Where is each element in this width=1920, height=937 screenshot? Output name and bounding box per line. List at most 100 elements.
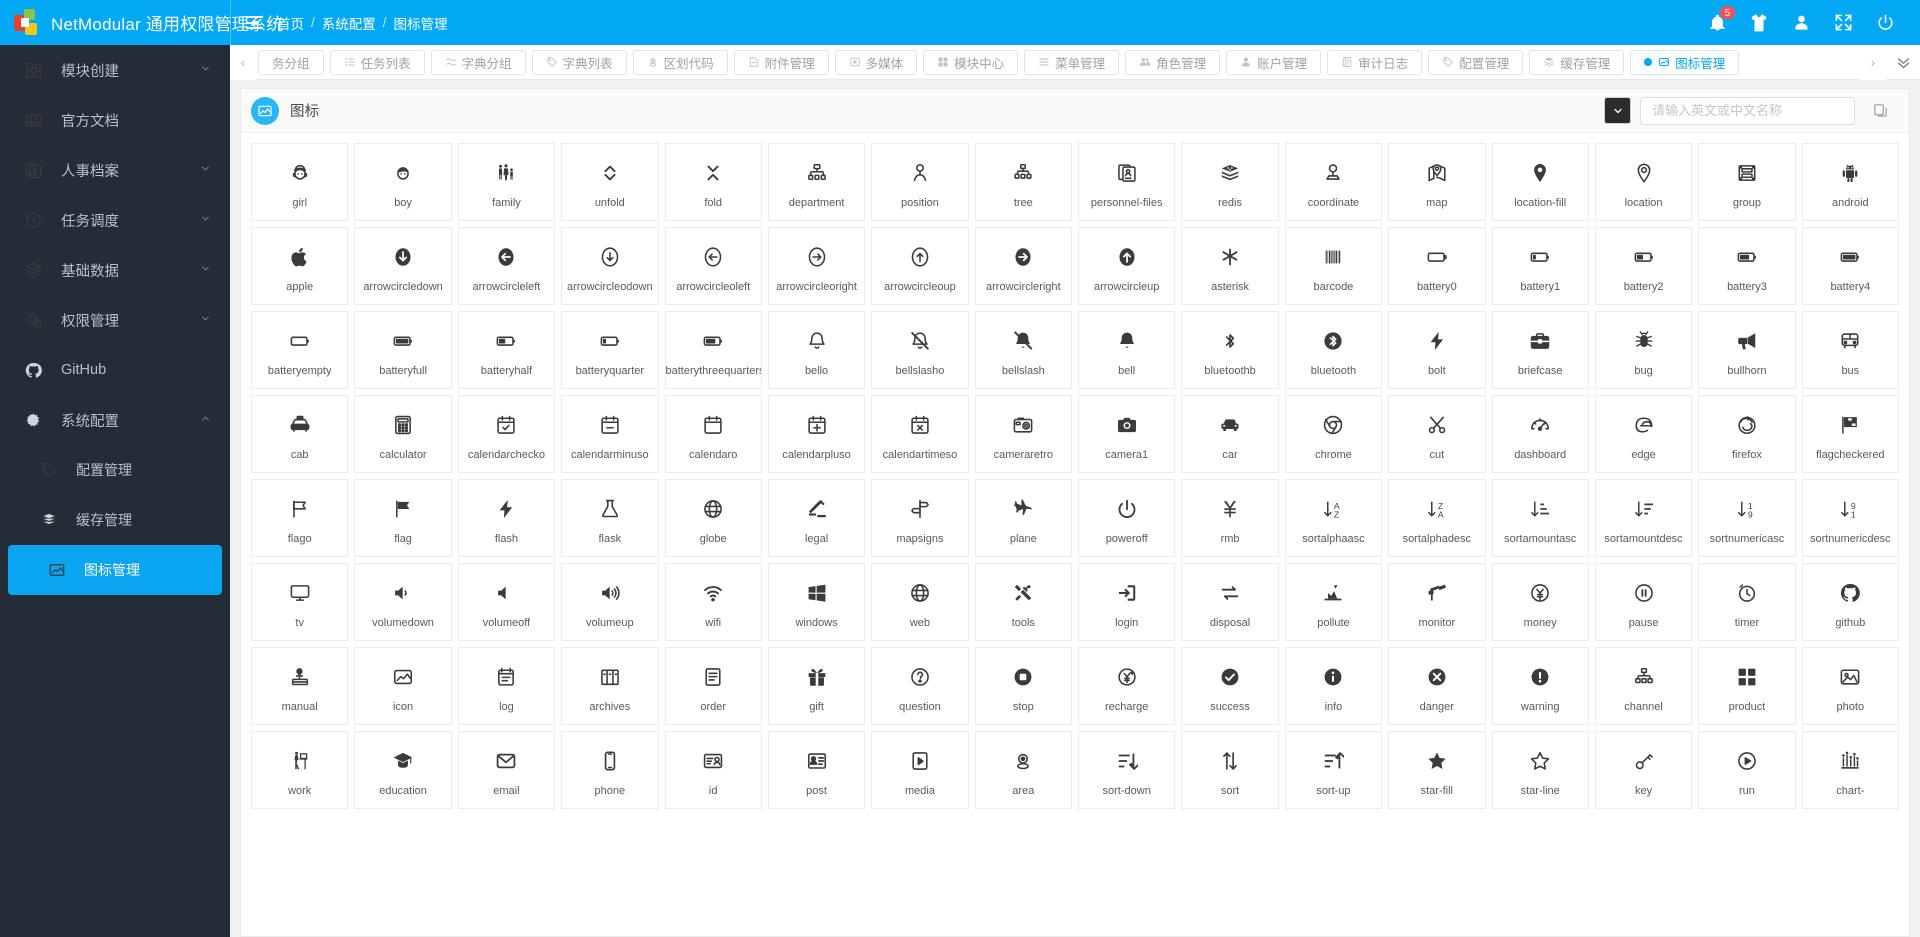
sidebar-item-8[interactable]: 配置管理 bbox=[0, 445, 230, 495]
icon-cell-bluetoothb[interactable]: bluetoothb bbox=[1181, 311, 1279, 389]
icon-cell-volumeoff[interactable]: volumeoff bbox=[457, 563, 556, 641]
icon-cell-batteryquarter[interactable]: batteryquarter bbox=[561, 311, 659, 389]
icon-cell-bellslash[interactable]: bellslash bbox=[974, 311, 1072, 389]
sidebar-item-9[interactable]: 缓存管理 bbox=[0, 495, 230, 545]
icon-cell-wifi[interactable]: wifi bbox=[664, 563, 762, 641]
icon-cell-github[interactable]: github bbox=[1801, 563, 1899, 641]
icon-cell-position[interactable]: position bbox=[871, 143, 969, 221]
notifications-button[interactable]: 5 bbox=[1696, 0, 1738, 45]
icon-cell-arrowcircleup[interactable]: arrowcircleup bbox=[1078, 227, 1176, 305]
icon-cell-key[interactable]: key bbox=[1594, 731, 1693, 809]
icon-cell-unfold[interactable]: unfold bbox=[561, 143, 659, 221]
icon-cell-bolt[interactable]: bolt bbox=[1388, 311, 1486, 389]
icon-cell-run[interactable]: run bbox=[1698, 731, 1796, 809]
icon-cell-calculator[interactable]: calculator bbox=[354, 395, 452, 473]
icon-cell-icon[interactable]: icon bbox=[354, 647, 452, 725]
sidebar-item-5[interactable]: 权限管理 bbox=[0, 295, 230, 345]
icon-cell-sort[interactable]: sort bbox=[1181, 731, 1279, 809]
icon-cell-battery2[interactable]: battery2 bbox=[1594, 227, 1693, 305]
icon-cell-calendarpluso[interactable]: calendarpluso bbox=[767, 395, 866, 473]
icon-cell-dashboard[interactable]: dashboard bbox=[1491, 395, 1589, 473]
icon-cell-android[interactable]: android bbox=[1801, 143, 1899, 221]
theme-button[interactable] bbox=[1738, 0, 1780, 45]
icon-cell-girl[interactable]: girl bbox=[251, 143, 349, 221]
icon-cell-log[interactable]: log bbox=[457, 647, 556, 725]
icon-cell-camera1[interactable]: camera1 bbox=[1078, 395, 1176, 473]
icon-set-select-button[interactable] bbox=[1604, 97, 1631, 124]
icon-cell-chrome[interactable]: chrome bbox=[1284, 395, 1383, 473]
tab-6[interactable]: 多媒体 bbox=[834, 49, 918, 75]
icon-cell-car[interactable]: car bbox=[1181, 395, 1279, 473]
icon-cell-battery3[interactable]: battery3 bbox=[1698, 227, 1796, 305]
tab-7[interactable]: 模块中心 bbox=[923, 49, 1019, 75]
icon-cell-battery1[interactable]: battery1 bbox=[1491, 227, 1589, 305]
icon-cell-sortnumericdesc[interactable]: 9 1 sortnumericdesc bbox=[1801, 479, 1899, 557]
icon-cell-sortalphaasc[interactable]: A Z sortalphaasc bbox=[1284, 479, 1383, 557]
sidebar-item-7[interactable]: 系统配置 bbox=[0, 395, 230, 445]
icon-cell-pause[interactable]: pause bbox=[1594, 563, 1693, 641]
icon-cell-flago[interactable]: flago bbox=[251, 479, 349, 557]
icon-cell-redis[interactable]: redis bbox=[1181, 143, 1279, 221]
icon-cell-battery0[interactable]: battery0 bbox=[1388, 227, 1486, 305]
tab-8[interactable]: 菜单管理 bbox=[1024, 49, 1120, 75]
icon-cell-fold[interactable]: fold bbox=[664, 143, 762, 221]
icon-cell-question[interactable]: question bbox=[871, 647, 969, 725]
icon-cell-phone[interactable]: phone bbox=[561, 731, 659, 809]
icon-cell-area[interactable]: area bbox=[974, 731, 1072, 809]
breadcrumb-item-home[interactable]: 首页 bbox=[277, 13, 304, 33]
sidebar-item-10[interactable]: 图标管理 bbox=[8, 545, 222, 595]
icon-cell-arrowcircleoright[interactable]: arrowcircleoright bbox=[767, 227, 866, 305]
breadcrumb-item-system-config[interactable]: 系统配置 bbox=[322, 13, 376, 33]
icon-cell-volumedown[interactable]: volumedown bbox=[354, 563, 452, 641]
icon-cell-product[interactable]: product bbox=[1698, 647, 1796, 725]
icon-cell-firefox[interactable]: firefox bbox=[1698, 395, 1796, 473]
tab-3[interactable]: 字典列表 bbox=[531, 49, 627, 75]
icon-cell-arrowcircledown[interactable]: arrowcircledown bbox=[354, 227, 452, 305]
icon-cell-stop[interactable]: stop bbox=[974, 647, 1072, 725]
icon-cell-monitor[interactable]: monitor bbox=[1388, 563, 1486, 641]
user-button[interactable] bbox=[1780, 0, 1822, 45]
icon-cell-location-fill[interactable]: location-fill bbox=[1491, 143, 1589, 221]
icon-cell-flash[interactable]: flash bbox=[457, 479, 556, 557]
icon-cell-personnel-files[interactable]: personnel-files bbox=[1078, 143, 1176, 221]
icon-cell-battery4[interactable]: battery4 bbox=[1801, 227, 1899, 305]
icon-cell-briefcase[interactable]: briefcase bbox=[1491, 311, 1589, 389]
icon-cell-arrowcircleoup[interactable]: arrowcircleoup bbox=[871, 227, 969, 305]
icon-cell-photo[interactable]: photo bbox=[1801, 647, 1899, 725]
sidebar-item-3[interactable]: 任务调度 bbox=[0, 195, 230, 245]
tab-12[interactable]: 配置管理 bbox=[1428, 49, 1524, 75]
icon-cell-star-line[interactable]: star-line bbox=[1491, 731, 1589, 809]
icon-cell-family[interactable]: family bbox=[457, 143, 556, 221]
icon-cell-star-fill[interactable]: star-fill bbox=[1388, 731, 1486, 809]
icon-cell-sortnumericasc[interactable]: 1 9 sortnumericasc bbox=[1698, 479, 1796, 557]
tabs-more-button[interactable] bbox=[1886, 45, 1920, 80]
icon-cell-warning[interactable]: warning bbox=[1491, 647, 1589, 725]
icon-cell-post[interactable]: post bbox=[767, 731, 866, 809]
icon-cell-info[interactable]: info bbox=[1284, 647, 1383, 725]
icon-cell-sort-down[interactable]: sort-down bbox=[1078, 731, 1176, 809]
icon-cell-cab[interactable]: cab bbox=[251, 395, 349, 473]
icon-cell-timer[interactable]: timer bbox=[1698, 563, 1796, 641]
icon-cell-tools[interactable]: tools bbox=[974, 563, 1072, 641]
tab-10[interactable]: 账户管理 bbox=[1226, 49, 1322, 75]
icon-cell-windows[interactable]: windows bbox=[767, 563, 866, 641]
icon-cell-barcode[interactable]: barcode bbox=[1284, 227, 1383, 305]
tab-9[interactable]: 角色管理 bbox=[1125, 49, 1221, 75]
icon-cell-group[interactable]: group bbox=[1698, 143, 1796, 221]
icon-cell-tree[interactable]: tree bbox=[974, 143, 1072, 221]
tab-2[interactable]: 字典分组 bbox=[430, 49, 526, 75]
icon-cell-plane[interactable]: plane bbox=[974, 479, 1072, 557]
icon-cell-bug[interactable]: bug bbox=[1594, 311, 1693, 389]
icon-cell-pollute[interactable]: pollute bbox=[1284, 563, 1383, 641]
icon-cell-batteryfull[interactable]: batteryfull bbox=[354, 311, 452, 389]
icon-cell-sortamountasc[interactable]: sortamountasc bbox=[1491, 479, 1589, 557]
icon-cell-bluetooth[interactable]: bluetooth bbox=[1284, 311, 1383, 389]
icon-cell-login[interactable]: login bbox=[1078, 563, 1176, 641]
tab-4[interactable]: 区划代码 bbox=[632, 49, 728, 75]
icon-cell-batteryempty[interactable]: batteryempty bbox=[251, 311, 349, 389]
icon-cell-batteryhalf[interactable]: batteryhalf bbox=[457, 311, 556, 389]
tabs-scroll-right-button[interactable]: › bbox=[1860, 44, 1886, 80]
icon-cell-archives[interactable]: archives bbox=[561, 647, 659, 725]
tab-1[interactable]: 任务列表 bbox=[329, 49, 425, 75]
icon-cell-boy[interactable]: boy bbox=[354, 143, 452, 221]
